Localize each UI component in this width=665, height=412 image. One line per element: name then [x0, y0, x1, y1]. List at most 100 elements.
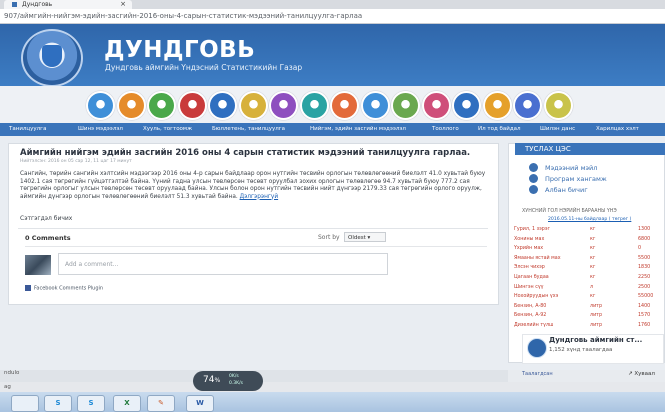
download-speed: 0.3K/s — [229, 381, 243, 386]
status-text: ndulo — [4, 370, 20, 376]
taskbar-app-6[interactable]: W — [186, 395, 214, 412]
price-item-name: Гурил, 1 зэрэг — [514, 227, 551, 232]
icon-circle-7[interactable] — [269, 91, 298, 120]
price-row: Ямааны ястай мах кг 5500 — [514, 256, 664, 264]
plugin-label: Facebook Comments Plugin — [34, 285, 104, 292]
price-item-value: 1400 — [638, 303, 651, 309]
price-row: Элсэн чихэр кг 1830 — [514, 265, 664, 273]
price-item-unit: кг — [590, 236, 596, 242]
price-item-unit: л — [590, 284, 594, 290]
icon-circle-13[interactable] — [452, 91, 481, 120]
sidebar-link-label: Програм хангамж — [545, 175, 607, 183]
price-item-value: 55000 — [638, 294, 654, 300]
price-item-unit: кг — [590, 265, 596, 271]
facebook-comments-plugin[interactable]: Facebook Comments Plugin — [25, 285, 103, 292]
article-meta: Нийтэлсэн: 2016 он 05 сар 12, 11 цаг 17 … — [20, 159, 132, 164]
icon-circle-16[interactable] — [543, 91, 573, 120]
price-item-name: Үхрийн мах — [514, 246, 544, 252]
nav-item-5[interactable]: Нийгэм, эдийн засгийн мэдээлэл — [310, 123, 406, 136]
article-headline[interactable]: Аймгийн нийгэм эдийн засгийн 2016 оны 4 … — [20, 148, 470, 158]
bullet-icon — [529, 163, 538, 172]
price-item-unit: кг — [590, 246, 596, 252]
site-title[interactable]: ДУНДГОВЬ — [104, 37, 255, 63]
nav-item-6[interactable]: Тооллого — [432, 123, 459, 136]
icon-circle-1[interactable] — [86, 91, 115, 120]
price-item-value: 2500 — [638, 284, 651, 290]
facebook-page-likes: 1,152 хүнд таалагдаа — [549, 347, 613, 353]
address-bar[interactable]: 907/аймгийн-нийгэм-эдийн-засгийн-2016-он… — [0, 9, 665, 24]
price-item-value: 6800 — [638, 236, 651, 242]
icon-circle-4[interactable] — [177, 91, 207, 120]
price-item-name: Бензин, А-80 — [514, 303, 547, 309]
price-item-unit: кг — [590, 275, 596, 280]
price-row: Бензин, А-92 литр 1570 — [514, 313, 664, 321]
comments-count: 0 Comments — [25, 234, 71, 242]
nav-item-2[interactable]: Шинэ мэдээлэл — [78, 123, 123, 136]
price-row: Гурил, 1 зэрэг кг 1300 — [514, 227, 664, 235]
taskbar-app-4[interactable]: X — [113, 395, 141, 412]
prices-title: ХУНСНИЙ ГОЛ НЭРИЙН БАРААНЫ ҮНЭ — [522, 209, 617, 214]
upload-speed: 0K/s — [229, 374, 239, 379]
price-item-name: Нохойруудын үхэ — [514, 294, 559, 300]
nav-item-4[interactable]: Бюллетень, танилцуулга — [212, 123, 285, 136]
icon-circle-5[interactable] — [208, 91, 237, 120]
price-item-name: Элсэн чихэр — [514, 265, 545, 271]
price-item-value: 2250 — [638, 275, 651, 280]
price-item-unit: литр — [590, 313, 603, 319]
nav-item-3[interactable]: Хууль, тогтоомж — [143, 123, 192, 136]
icon-circle-14[interactable] — [482, 91, 512, 120]
icon-circle-3[interactable] — [147, 91, 176, 120]
share-button[interactable]: ↗ Хуваал — [628, 371, 655, 377]
url-text: 907/аймгийн-нийгэм-эдийн-засгийн-2016-он… — [4, 12, 363, 20]
price-row: Үхрийн мах кг 0 — [514, 246, 664, 254]
taskbar-app-3[interactable]: S — [77, 395, 105, 412]
bullet-icon — [529, 174, 538, 183]
comment-input[interactable]: Add a comment... — [58, 253, 388, 275]
sort-label: Sort by — [318, 234, 340, 241]
browser-tab[interactable]: Дундговь × — [4, 0, 132, 9]
icon-circle-12[interactable] — [421, 91, 451, 120]
tab-title: Дундговь — [22, 1, 53, 8]
price-item-unit: кг — [590, 255, 596, 261]
network-meter[interactable]: 74% 0K/s 0.3K/s — [193, 371, 263, 391]
price-item-unit: кг — [590, 227, 596, 232]
icon-circle-8[interactable] — [299, 91, 329, 120]
price-row: Бензин, А-80 литр 1400 — [514, 304, 664, 312]
meter-value: 74 — [203, 375, 215, 385]
nav-item-1[interactable]: Танилцуулга — [9, 123, 46, 136]
facebook-icon — [25, 285, 31, 291]
taskbar-app-5[interactable]: ✎ — [147, 395, 175, 412]
prices-date-link[interactable]: 2016.05.11-ны байдлаар ( төгрөг ) — [548, 217, 631, 222]
sidebar-link-label: Албан бичиг — [545, 186, 588, 194]
like-button[interactable]: Таалагдсан — [522, 371, 553, 377]
avatar — [25, 255, 51, 275]
price-item-value: 0 — [638, 246, 642, 252]
icon-circle-6[interactable] — [238, 91, 268, 120]
price-row: Нохойруудын үхэ кг 55000 — [514, 294, 664, 302]
price-item-unit: литр — [590, 303, 603, 309]
site-logo[interactable] — [21, 29, 83, 87]
taskbar-app-1[interactable] — [11, 395, 39, 412]
sort-select[interactable]: Oldest ▾ — [344, 232, 386, 242]
sidebar-link-label: Мэдээний мэйл — [545, 164, 598, 172]
site-header — [0, 24, 665, 86]
taskbar-app-2[interactable]: S — [44, 395, 72, 412]
tab-close-icon[interactable]: × — [120, 0, 126, 9]
icon-circle-15[interactable] — [513, 91, 542, 120]
icon-circle-9[interactable] — [330, 91, 359, 120]
price-item-unit: кг — [590, 294, 596, 300]
facebook-page-name[interactable]: Дундговь аймгийн ст... — [549, 336, 642, 344]
icon-circle-11[interactable] — [391, 91, 420, 120]
emblem-icon — [42, 45, 62, 67]
write-comment-label: Сэтгэгдэл бичих — [20, 215, 73, 222]
icon-circle-2[interactable] — [116, 91, 146, 120]
price-item-name: Бензин, А-92 — [514, 313, 547, 319]
price-item-value: 1300 — [638, 227, 651, 232]
icon-circle-10[interactable] — [360, 91, 390, 120]
nav-item-7[interactable]: Ил тод байдал — [478, 123, 521, 136]
price-row: Дизелийн түлш литр 1760 — [514, 323, 664, 331]
nav-item-9[interactable]: Харилцах хэлт — [596, 123, 639, 136]
favicon-icon — [12, 2, 17, 7]
read-more-link[interactable]: Дэлгэрэнгүй — [240, 194, 279, 200]
nav-item-8[interactable]: Шилэн данс — [540, 123, 575, 136]
